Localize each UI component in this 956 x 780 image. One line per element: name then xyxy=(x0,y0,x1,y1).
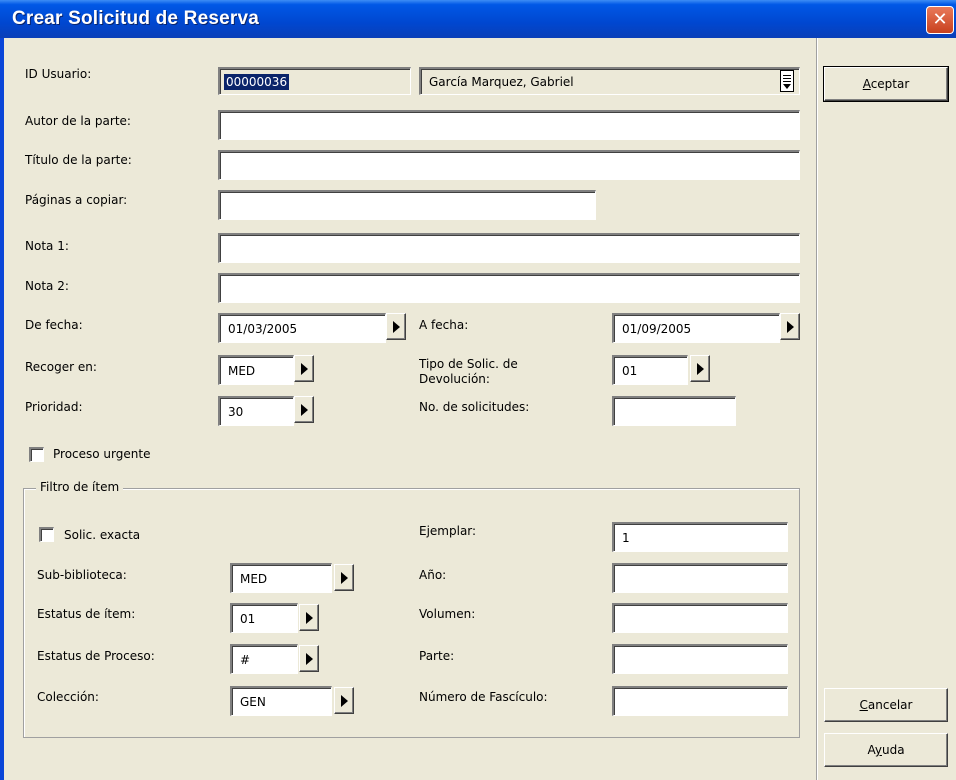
coleccion-label: Colección: xyxy=(37,690,99,704)
window-title: Crear Solicitud de Reserva xyxy=(12,8,260,29)
a-fecha-label: A fecha: xyxy=(419,318,469,332)
ejemplar-input[interactable]: 1 xyxy=(612,522,788,552)
filtro-group-title: Filtro de ítem xyxy=(36,480,124,494)
window-frame-left xyxy=(0,38,4,780)
tipo-solic-input[interactable]: 01 xyxy=(612,355,688,385)
anio-input[interactable] xyxy=(612,563,788,593)
estatus-proceso-input[interactable]: # xyxy=(230,644,298,674)
sub-biblioteca-right-arrow-icon[interactable] xyxy=(334,564,354,591)
estatus-proceso-right-arrow-icon[interactable] xyxy=(299,645,319,672)
button-panel xyxy=(816,38,956,780)
id-usuario-field[interactable]: 00000036 xyxy=(218,67,411,95)
prioridad-label: Prioridad: xyxy=(25,400,83,414)
nota2-label: Nota 2: xyxy=(25,279,69,293)
estatus-item-right-arrow-icon[interactable] xyxy=(299,604,319,631)
titulo-label: Título de la parte: xyxy=(25,153,132,167)
usuario-name-field: García Marquez, Gabriel xyxy=(419,67,800,95)
estatus-proceso-label: Estatus de Proceso: xyxy=(37,649,155,663)
usuario-name-value: García Marquez, Gabriel xyxy=(429,74,574,89)
no-solicitudes-input[interactable] xyxy=(612,396,736,426)
estatus-item-label: Estatus de ítem: xyxy=(37,607,136,621)
ejemplar-label: Ejemplar: xyxy=(419,524,477,538)
sub-biblioteca-label: Sub-biblioteca: xyxy=(37,568,127,582)
sub-biblioteca-input[interactable]: MED xyxy=(230,563,332,593)
de-fecha-input[interactable]: 01/03/2005 xyxy=(218,313,386,343)
prioridad-input[interactable]: 30 xyxy=(218,396,294,426)
id-usuario-label: ID Usuario: xyxy=(25,67,92,81)
numero-fasciculo-label: Número de Fascículo: xyxy=(419,690,548,704)
autor-input[interactable] xyxy=(218,110,800,140)
close-icon[interactable]: ✕ xyxy=(926,6,954,34)
estatus-item-input[interactable]: 01 xyxy=(230,603,298,633)
de-fecha-right-arrow-icon[interactable] xyxy=(386,313,406,340)
volumen-label: Volumen: xyxy=(419,607,476,621)
tipo-solic-label: Tipo de Solic. de Devolución: xyxy=(419,357,518,386)
numero-fasciculo-input[interactable] xyxy=(612,686,788,716)
proceso-urgente-label: Proceso urgente xyxy=(53,447,151,461)
list-icon[interactable] xyxy=(780,70,794,92)
coleccion-input[interactable]: GEN xyxy=(230,686,332,716)
parte-label: Parte: xyxy=(419,649,455,663)
recoger-en-right-arrow-icon[interactable] xyxy=(294,355,314,382)
prioridad-right-arrow-icon[interactable] xyxy=(294,396,314,423)
ayuda-button[interactable]: Ayuda xyxy=(824,733,948,767)
solic-exacta-label: Solic. exacta xyxy=(64,528,141,542)
cancelar-button[interactable]: Cancelar xyxy=(824,688,948,722)
solic-exacta-checkbox[interactable] xyxy=(39,527,54,542)
tipo-solic-right-arrow-icon[interactable] xyxy=(690,355,710,382)
parte-input[interactable] xyxy=(612,644,788,674)
paginas-input[interactable] xyxy=(218,190,596,220)
proceso-urgente-checkbox[interactable] xyxy=(29,447,44,462)
paginas-label: Páginas a copiar: xyxy=(25,193,128,207)
nota1-label: Nota 1: xyxy=(25,239,69,253)
de-fecha-label: De fecha: xyxy=(25,318,83,332)
coleccion-right-arrow-icon[interactable] xyxy=(334,687,354,714)
title-bar: Crear Solicitud de Reserva ✕ xyxy=(0,0,956,38)
volumen-input[interactable] xyxy=(612,603,788,633)
titulo-input[interactable] xyxy=(218,150,800,180)
nota2-input[interactable] xyxy=(218,273,800,303)
a-fecha-input[interactable]: 01/09/2005 xyxy=(612,313,780,343)
id-usuario-value: 00000036 xyxy=(224,73,290,90)
autor-label: Autor de la parte: xyxy=(25,114,131,128)
aceptar-button[interactable]: Aceptar xyxy=(823,66,949,102)
recoger-en-input[interactable]: MED xyxy=(218,355,294,385)
a-fecha-right-arrow-icon[interactable] xyxy=(780,313,800,340)
nota1-input[interactable] xyxy=(218,233,800,263)
no-solicitudes-label: No. de solicitudes: xyxy=(419,400,530,414)
recoger-en-label: Recoger en: xyxy=(25,360,97,374)
anio-label: Año: xyxy=(419,568,447,582)
